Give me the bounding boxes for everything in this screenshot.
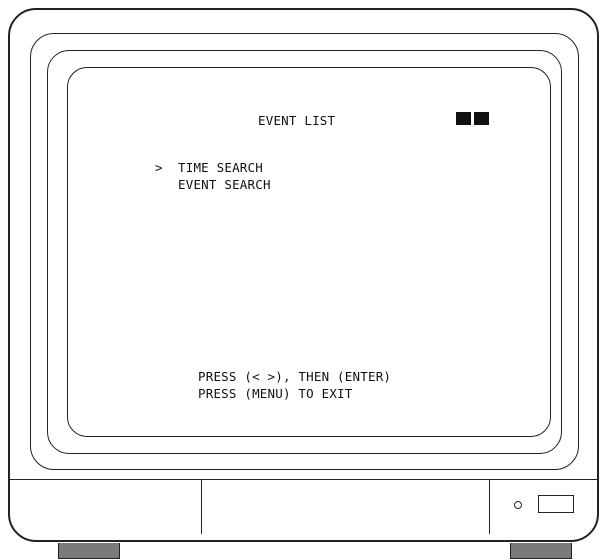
menu-item-time-search[interactable]: TIME SEARCH: [178, 160, 263, 175]
menu-item-event-search[interactable]: EVENT SEARCH: [178, 177, 271, 192]
hint-exit: PRESS (MENU) TO EXIT: [198, 386, 353, 401]
foot-right: [510, 543, 572, 559]
selection-cursor-icon: >: [155, 160, 163, 175]
control-panel-top-edge: [8, 479, 599, 480]
control-panel-divider: [201, 479, 202, 534]
dvr-monitor: EVENT LIST > TIME SEARCH EVENT SEARCH PR…: [0, 0, 603, 559]
status-indicator-square-icon: [456, 112, 471, 125]
osd-screen: EVENT LIST > TIME SEARCH EVENT SEARCH PR…: [67, 67, 551, 437]
power-led-icon: [514, 501, 522, 509]
page-title: EVENT LIST: [258, 113, 336, 128]
foot-left: [58, 543, 120, 559]
power-button[interactable]: [538, 495, 574, 513]
status-indicators: [456, 112, 489, 125]
hint-navigate: PRESS (< >), THEN (ENTER): [198, 369, 392, 384]
control-panel-divider: [489, 479, 490, 534]
status-indicator-square-icon: [474, 112, 489, 125]
